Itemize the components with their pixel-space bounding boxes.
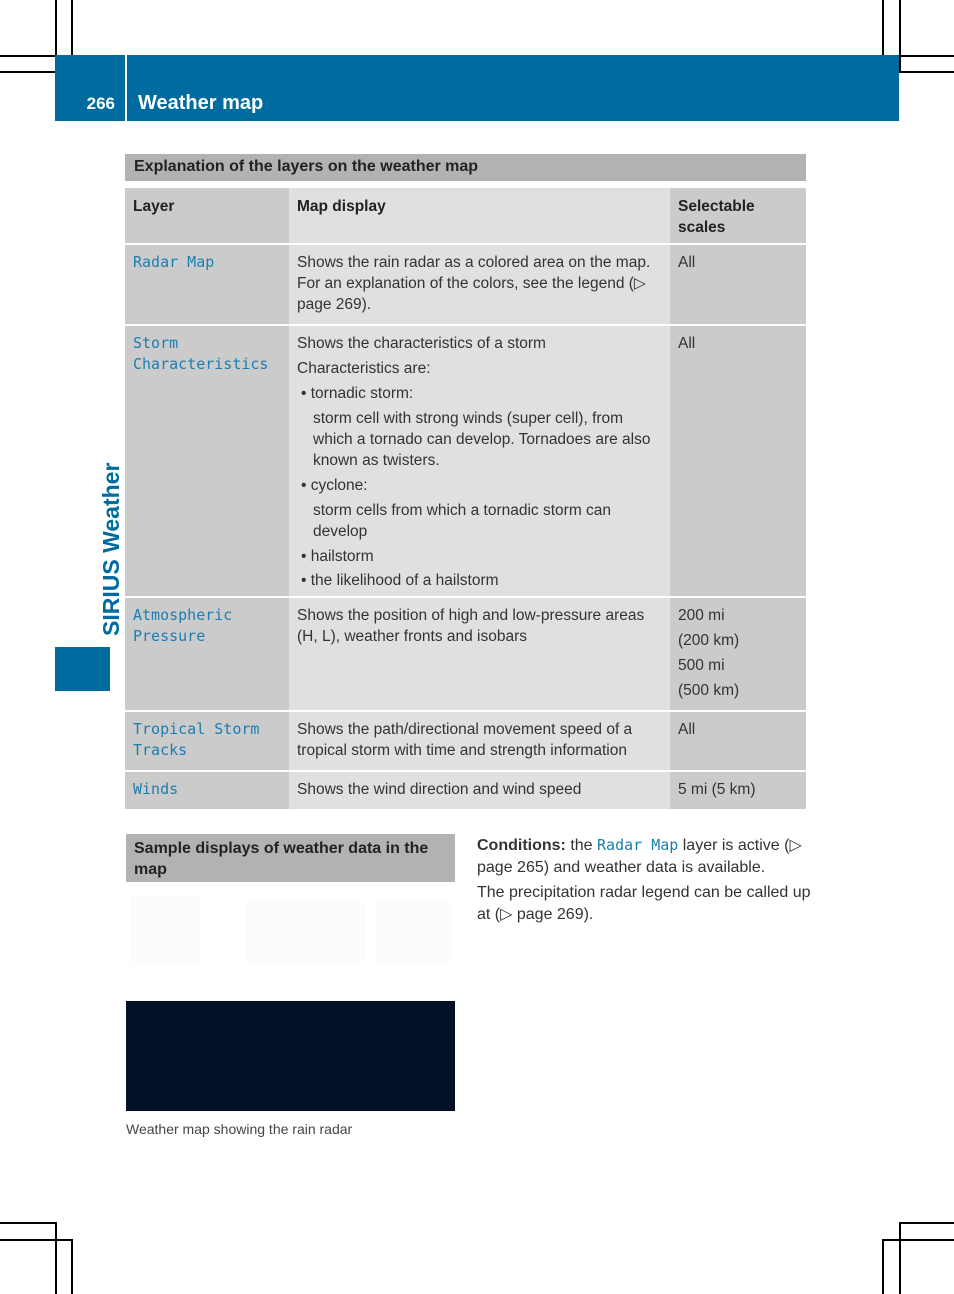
crop-mark <box>882 0 884 55</box>
scale-value: All <box>678 721 696 738</box>
scale-value: (500 km) <box>678 682 740 699</box>
scale-value: 5 mi (5 km) <box>678 781 756 798</box>
crop-mark <box>0 71 55 73</box>
table-row: Storm Characteristics Shows the characte… <box>125 325 806 598</box>
crop-mark <box>0 1239 71 1241</box>
crop-mark <box>899 0 901 71</box>
page-header: Weather map <box>127 55 899 121</box>
bullet-item: • cyclone: <box>301 477 368 494</box>
conditions-paragraph: Conditions: the Radar Map layer is activ… <box>477 834 812 879</box>
crop-mark <box>71 1239 73 1294</box>
bullet-item: • the likelihood of a hailstorm <box>301 572 499 589</box>
crop-mark <box>899 1222 954 1224</box>
section-heading-text: Explanation of the layers on the weather… <box>134 158 479 175</box>
crop-mark <box>899 55 954 57</box>
layer-name: Atmospheric Pressure <box>133 606 233 645</box>
bullet-item: • tornadic storm: <box>301 385 414 402</box>
crop-mark <box>899 71 954 73</box>
table-row: Radar Map Shows the rain radar as a colo… <box>125 244 806 326</box>
table-header-row: Layer Map display Selectable scales <box>125 188 806 245</box>
map-faint-region <box>246 902 366 962</box>
bullet-label: hailstorm <box>310 548 374 565</box>
radar-map-link: Radar Map <box>597 836 679 854</box>
table-row: Atmospheric Pressure Shows the position … <box>125 597 806 712</box>
crop-mark <box>882 1239 954 1241</box>
column-header-layer: Layer <box>125 188 289 245</box>
table-row: Tropical Storm Tracks Shows the path/dir… <box>125 711 806 772</box>
bullet-item: • hailstorm <box>301 548 374 565</box>
bullet-detail: storm cells from which a tornadic storm … <box>313 502 612 540</box>
layer-description: Shows the characteristics of a storm <box>297 335 546 352</box>
crop-mark <box>55 0 57 55</box>
crop-mark <box>55 1222 57 1294</box>
image-caption: Weather map showing the rain radar <box>126 1121 353 1137</box>
bullet-detail: storm cell with strong winds (super cell… <box>313 410 651 469</box>
conditions-label: Conditions: <box>477 837 566 854</box>
layer-name: Radar Map <box>133 253 215 271</box>
legend-paragraph: The precipitation radar legend can be ca… <box>477 884 811 923</box>
layers-table: Layer Map display Selectable scales Rada… <box>125 188 806 811</box>
column-header-scales: Selectable scales <box>670 188 806 245</box>
layer-description: Shows the wind direction and wind speed <box>297 781 582 798</box>
section-heading-layers: Explanation of the layers on the weather… <box>125 154 806 181</box>
crop-mark <box>882 1239 884 1294</box>
section-heading-text: Sample displays of weather data in the m… <box>134 840 429 878</box>
bullet-label: cyclone: <box>310 477 368 494</box>
page-number: 266 <box>86 94 115 113</box>
crop-mark <box>0 1222 55 1224</box>
layer-description: Characteristics are: <box>297 360 431 377</box>
layer-name: Winds <box>133 780 179 798</box>
page-title: Weather map <box>138 92 264 114</box>
chapter-tab <box>55 647 110 691</box>
map-dark-region <box>126 1001 455 1111</box>
crop-mark <box>71 0 73 55</box>
layer-name: Tropical Storm Tracks <box>133 720 260 759</box>
table-row: Winds Shows the wind direction and wind … <box>125 771 806 811</box>
layer-description: Shows the rain radar as a colored area o… <box>297 254 651 313</box>
scale-value: All <box>678 335 696 352</box>
bullet-label: the likelihood of a hailstorm <box>310 572 499 589</box>
scale-value: 500 mi <box>678 657 725 674</box>
layer-description: Shows the path/directional movement spee… <box>297 721 633 759</box>
scale-value: All <box>678 254 696 271</box>
layer-description: Shows the position of high and low-press… <box>297 607 645 645</box>
layer-name: Storm Characteristics <box>133 334 269 373</box>
map-faint-region <box>376 902 451 962</box>
page-number-box: 266 <box>55 55 125 121</box>
section-heading-sample: Sample displays of weather data in the m… <box>126 834 455 882</box>
conditions-text: the <box>565 837 598 854</box>
scale-value: (200 km) <box>678 632 740 649</box>
crop-mark <box>0 55 55 57</box>
crop-mark <box>899 1222 901 1294</box>
conditions-block: Conditions: the Radar Map layer is activ… <box>477 834 812 929</box>
bullet-label: tornadic storm: <box>310 385 414 402</box>
scale-value: 200 mi <box>678 607 725 624</box>
column-header-map-display: Map display <box>289 188 670 245</box>
weather-map-image <box>126 882 455 1111</box>
map-faint-region <box>130 896 200 966</box>
chapter-tab-label: SIRIUS Weather <box>98 462 124 636</box>
